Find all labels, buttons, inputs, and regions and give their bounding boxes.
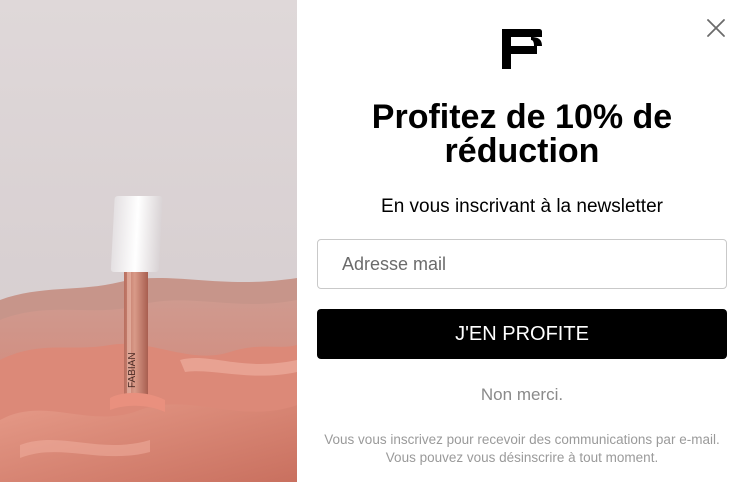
fabian-f-logo-icon <box>502 29 542 69</box>
subtitle: En vous inscrivant à la newsletter <box>381 196 663 217</box>
disclaimer-text: Vous vous inscrivez pour recevoir des co… <box>324 432 720 465</box>
product-brand-text: FABIAN <box>127 352 138 388</box>
decline-link[interactable]: Non merci. <box>317 385 727 405</box>
newsletter-popup: FABIAN Profitez de 10% de réduction En v… <box>0 0 745 482</box>
email-input[interactable] <box>317 239 727 289</box>
close-icon[interactable] <box>705 17 727 39</box>
headline: Profitez de 10% de réduction <box>371 98 673 170</box>
subscribe-button[interactable]: J'EN PROFITE <box>317 309 727 359</box>
desert-lipgloss-illustration: FABIAN <box>0 0 297 482</box>
newsletter-content: Profitez de 10% de réduction En vous ins… <box>297 0 745 482</box>
hero-image: FABIAN <box>0 0 297 482</box>
